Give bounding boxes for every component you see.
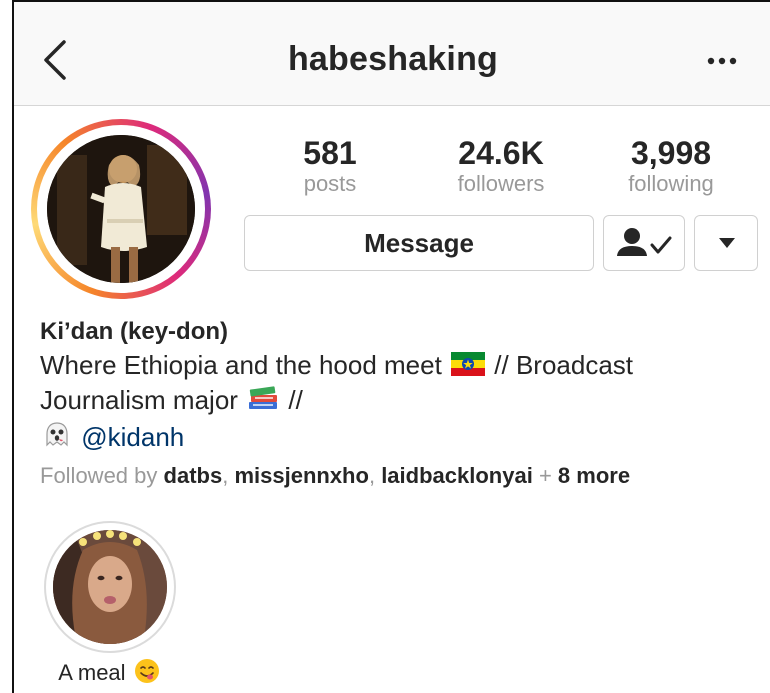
more-horizontal-icon [707,57,737,65]
bio-line-1: Where Ethiopia and the hood meet // Broa… [40,349,760,384]
following-status-button[interactable] [603,215,685,271]
profile-full-name: Ki’dan (key-don) [40,318,229,345]
books-icon [247,384,279,420]
followed-by-more-link[interactable]: 8 more [558,463,630,488]
caret-down-icon [719,238,735,248]
story-highlight-a-meal[interactable] [44,521,176,653]
following-count[interactable]: 3,998 [591,135,751,171]
bio-line-1-suffix: // Broadcast [494,350,634,380]
stat-followers[interactable]: 24.6K followers [421,135,581,197]
follower-link-datbs[interactable]: datbs [164,463,223,488]
followed-by-line[interactable]: Followed by datbs, missjennxho, laidback… [40,463,630,489]
bio-line-2-text: Journalism major [40,384,238,415]
bio-line-1-text: Where Ethiopia and the hood meet [40,350,442,380]
posts-count: 581 [303,135,357,171]
followers-count[interactable]: 24.6K [421,135,581,171]
person-check-icon [617,228,672,256]
more-options-button[interactable] [702,46,742,76]
profile-username-title: habeshaking [287,40,499,78]
followed-by-prefix: Followed by [40,463,158,488]
followers-label[interactable]: followers [421,171,581,197]
profile-avatar-story-ring[interactable] [31,119,211,299]
face-savoring-food-icon [134,658,160,690]
suggested-users-dropdown-button[interactable] [694,215,758,271]
posts-label: posts [303,171,357,196]
top-nav-bar: habeshaking [14,2,770,106]
bio-line-2-suffix: // [288,384,303,415]
following-label[interactable]: following [591,171,751,197]
snapchat-handle-link[interactable]: @kidanh [81,422,184,452]
stat-following[interactable]: 3,998 following [591,135,751,197]
stat-posts: 581 posts [250,135,410,197]
profile-screen: habeshaking 581 posts 24.6K followers 3,… [12,0,770,693]
highlight-cover-image [53,530,167,644]
story-highlight-cover [53,530,167,644]
bio-line-3: @kidanh [40,420,760,458]
ethiopia-flag-icon [451,351,486,384]
ghost-icon [42,420,72,458]
bio-line-2: Journalism major // [40,384,760,420]
message-button[interactable]: Message [244,215,594,271]
follower-link-missjennxho[interactable]: missjennxho [234,463,368,488]
avatar-photo-image [47,135,195,283]
followed-by-plus: + [538,463,552,488]
story-highlight-label: A meal [38,658,182,690]
profile-avatar[interactable] [47,135,195,283]
follower-link-laidbacklonyai[interactable]: laidbacklonyai [381,463,533,488]
profile-bio: Ki’dan (key-don) Where Ethiopia and the … [40,315,760,458]
